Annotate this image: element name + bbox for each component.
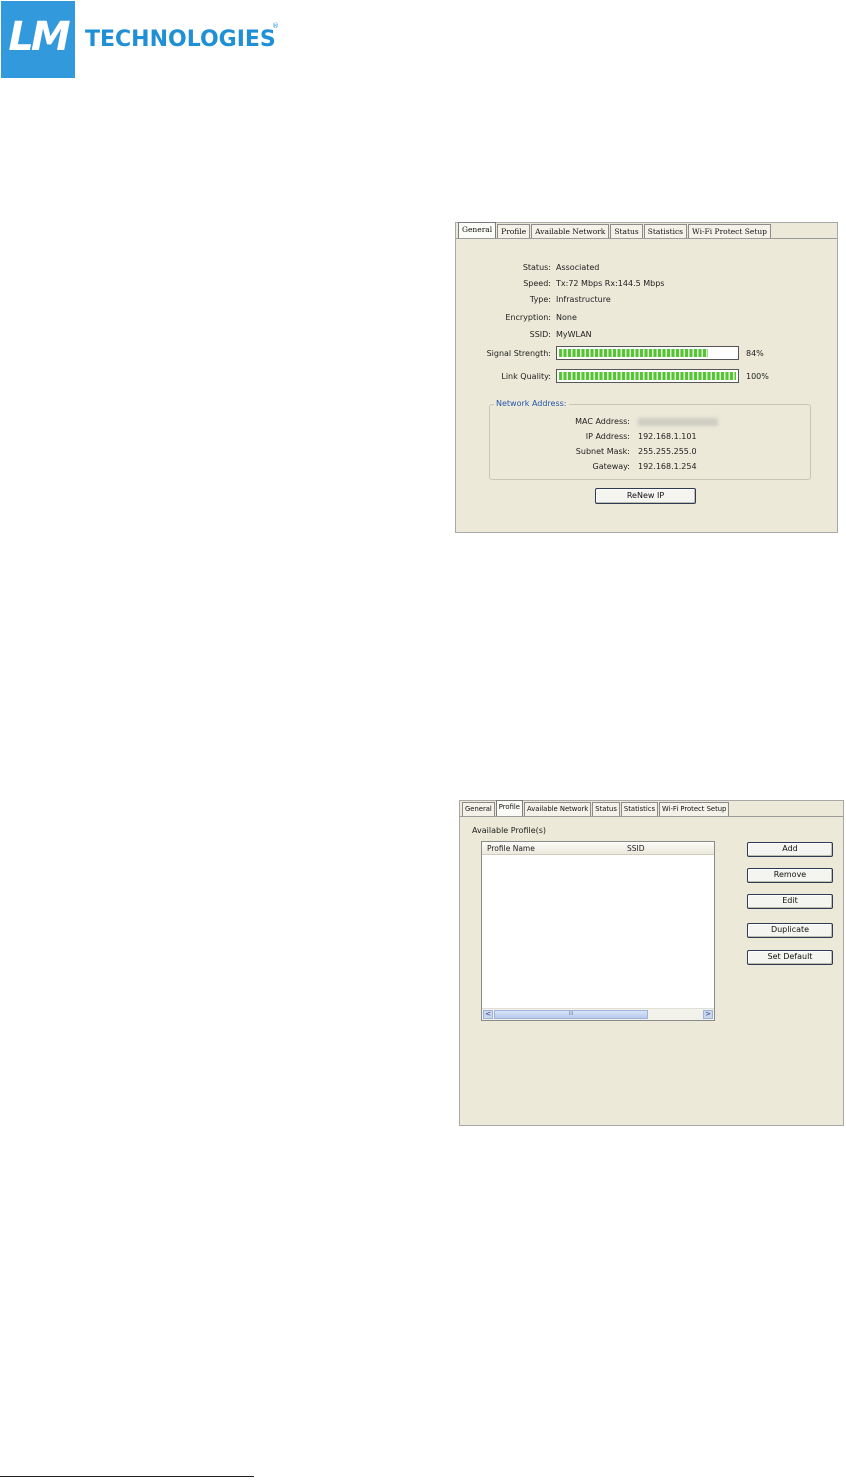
ssid-value: MyWLAN [556,330,592,339]
scroll-thumb[interactable]: III [494,1010,648,1019]
scroll-right-icon[interactable]: > [703,1010,713,1019]
signal-strength-percent: 84% [746,349,764,358]
add-profile-button[interactable]: Add [747,842,833,857]
type-value: Infrastructure [556,295,611,304]
renew-ip-button[interactable]: ReNew IP [595,488,696,504]
profile-tab-panel: General Profile Available Network Status… [459,800,844,1126]
profile-list-header: Profile Name SSID [482,842,714,855]
logo-registered-mark: ® [272,22,279,30]
duplicate-profile-button[interactable]: Duplicate [747,923,833,938]
general-tab-panel: General Profile Available Network Status… [455,222,838,533]
tab-status[interactable]: Status [592,802,620,817]
remove-profile-button[interactable]: Remove [747,868,833,883]
encryption-value: None [556,313,577,322]
encryption-label: Encryption: [505,313,551,322]
company-logo: LM TECHNOLOGIES ® [0,0,290,80]
tab-available-network[interactable]: Available Network [531,224,610,239]
gateway-label: Gateway: [592,462,630,471]
tab-available-network[interactable]: Available Network [523,802,592,817]
tab-divider [456,238,837,239]
tab-strip: General Profile Available Network Status… [458,222,772,239]
edit-profile-button[interactable]: Edit [747,894,833,909]
status-value: Associated [556,263,600,272]
ip-value: 192.168.1.101 [638,432,697,441]
mac-label: MAC Address: [575,417,630,426]
tab-profile[interactable]: Profile [495,800,523,817]
mac-value-blurred [638,418,718,426]
signal-strength-label: Signal Strength: [486,349,551,358]
link-quality-fill [559,372,736,380]
logo-mark-text: LM [8,14,70,60]
tab-strip: General Profile Available Network Status… [462,800,730,817]
tab-profile[interactable]: Profile [497,224,531,239]
network-address-group: Network Address: MAC Address: IP Address… [489,399,811,480]
tab-general[interactable]: General [462,802,495,817]
column-ssid[interactable]: SSID [627,844,645,853]
tab-wifi-protect-setup[interactable]: Wi-Fi Protect Setup [659,802,730,817]
link-quality-percent: 100% [746,372,769,381]
link-quality-bar [556,369,739,383]
tab-wifi-protect-setup[interactable]: Wi-Fi Protect Setup [688,224,771,239]
subnet-label: Subnet Mask: [575,447,630,456]
tab-divider [460,816,843,817]
speed-value: Tx:72 Mbps Rx:144.5 Mbps [556,279,665,288]
profile-list[interactable]: Profile Name SSID < III > [481,841,715,1021]
link-quality-row: Link Quality: 100% [456,369,836,385]
footnote-separator [0,1476,254,1477]
horizontal-scrollbar[interactable]: < III > [482,1008,714,1020]
column-profile-name[interactable]: Profile Name [487,844,535,853]
available-profiles-label: Available Profile(s) [472,826,547,835]
tab-general[interactable]: General [458,222,497,239]
tab-statistics[interactable]: Statistics [620,802,658,817]
signal-strength-row: Signal Strength: 84% [456,346,836,362]
tab-statistics[interactable]: Statistics [643,224,688,239]
ssid-label: SSID: [529,330,551,339]
signal-strength-bar [556,346,739,360]
subnet-value: 255.255.255.0 [638,447,697,456]
scroll-left-icon[interactable]: < [483,1010,493,1019]
tab-status[interactable]: Status [610,224,643,239]
type-label: Type: [529,295,551,304]
network-address-title: Network Address: [494,399,569,408]
status-label: Status: [522,263,551,272]
ip-label: IP Address: [585,432,630,441]
logo-wordmark: TECHNOLOGIES [85,27,276,52]
gateway-value: 192.168.1.254 [638,462,697,471]
speed-label: Speed: [523,279,551,288]
set-default-profile-button[interactable]: Set Default [747,950,833,965]
link-quality-label: Link Quality: [501,372,551,381]
signal-strength-fill [559,349,708,357]
